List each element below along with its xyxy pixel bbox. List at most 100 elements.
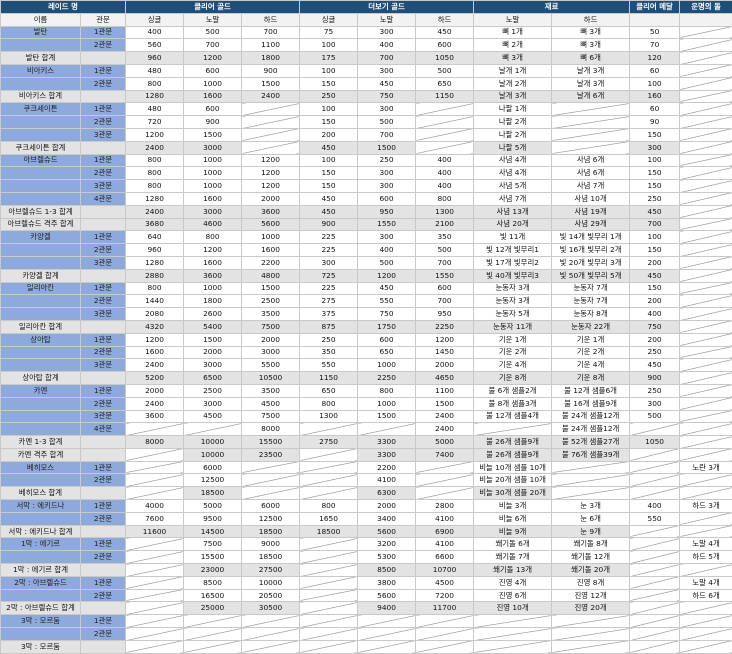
value-cell: 700 [358,52,416,65]
value-cell [630,602,680,615]
value-cell: 1600 [184,90,242,103]
value-cell: 진영 10개 [474,602,552,615]
value-cell [242,628,300,641]
table-row: 상아탑 합계5200650010500115022504650기운 8개기운 8… [1,372,732,385]
table-row: 카양겔1관문6408001000225300350빛 11개빛 14개 빛무리 … [1,231,732,244]
gate-cell: 3관문 [81,410,126,423]
gate-cell: 1관문 [81,333,126,346]
value-cell: 1280 [126,192,184,205]
value-cell: 진영 6개 [474,589,552,602]
table-row: 카멘 1-3 합계80001000015500275033005000불 26개… [1,436,732,449]
value-cell: 7600 [126,512,184,525]
value-cell: 쐐기돌 8개 [552,538,630,551]
value-cell: 5000 [416,436,474,449]
table-row: 비아키스1관문480600900100300500날개 1개날개 3개60 [1,64,732,77]
table-row: 2막 : 아브렐슈드1관문85001000038004500진영 4개진영 8개… [1,576,732,589]
value-cell: 800 [126,282,184,295]
value-cell: 5600 [358,589,416,602]
value-cell [242,141,300,154]
gate-cell: 1관문 [81,615,126,628]
value-cell [300,423,358,436]
value-cell: 빛 20개 빛무리 3개 [552,256,630,269]
value-cell: 400 [126,26,184,39]
gate-cell: 4관문 [81,423,126,436]
value-cell: 눈 6개 [552,512,630,525]
value-cell: 600 [416,282,474,295]
value-cell [416,128,474,141]
value-cell: 7500 [242,320,300,333]
gate-cell: 1관문 [81,538,126,551]
value-cell [680,640,732,653]
value-cell: 비늘 10개 샘플 10개 [474,461,552,474]
value-cell: 700 [630,218,680,231]
value-cell: 3600 [184,269,242,282]
value-cell [184,615,242,628]
gate-cell [81,90,126,103]
value-cell: 기운 8개 [552,372,630,385]
value-cell: 1100 [242,39,300,52]
value-cell [300,487,358,500]
table-row: 2관문24003000450080010001500불 8개 샘플3개불 16개… [1,397,732,410]
value-cell: 600 [184,64,242,77]
value-cell: 1000 [184,167,242,180]
value-cell: 1500 [358,141,416,154]
raid-name-cell: 발탄 [1,26,81,39]
value-cell [680,295,732,308]
value-cell: 6300 [358,487,416,500]
gate-cell: 2관문 [81,244,126,257]
subheader-cell: 싱글 [126,13,184,26]
value-cell: 100 [300,39,358,52]
gate-cell [81,218,126,231]
value-cell [552,628,630,641]
raid-name-cell: 카양겔 [1,231,81,244]
value-cell: 3200 [358,538,416,551]
value-cell: 500 [416,64,474,77]
value-cell [126,538,184,551]
value-cell [126,423,184,436]
value-cell: 90 [630,116,680,129]
value-cell: 700 [242,26,300,39]
value-cell [680,64,732,77]
value-cell: 3000 [184,397,242,410]
value-cell [630,576,680,589]
header-destiny-stone: 운명의 돌 [680,1,732,14]
value-cell [630,615,680,628]
value-cell: 800 [358,384,416,397]
value-cell [242,640,300,653]
gate-cell [81,52,126,65]
value-cell [552,474,630,487]
value-cell: 100 [630,77,680,90]
table-row: 서막 : 에키드나 합계1160014500185001850056006900… [1,525,732,538]
table-row: 서막 : 에키드나1관문40005000600080020002800비늘 3개… [1,500,732,513]
value-cell [680,282,732,295]
value-cell: 뼈 6개 [552,52,630,65]
value-cell: 500 [358,256,416,269]
value-cell: 300 [300,256,358,269]
value-cell: 600 [416,39,474,52]
value-cell [680,26,732,39]
value-cell: 기운 1개 [552,333,630,346]
table-row: 2관문165002050056007200진영 6개진영 12개하드 6개 [1,589,732,602]
subheader-cell [630,13,680,26]
raid-name-cell: 비아키스 합계 [1,90,81,103]
value-cell: 9500 [184,512,242,525]
value-cell: 225 [300,231,358,244]
value-cell: 950 [358,205,416,218]
value-cell [630,589,680,602]
value-cell: 2250 [416,320,474,333]
value-cell: 4650 [416,372,474,385]
raid-name-cell: 1막 : 에기르 [1,538,81,551]
raid-name-cell [1,77,81,90]
value-cell: 1300 [300,410,358,423]
value-cell [552,487,630,500]
value-cell: 뼈 2개 [474,39,552,52]
raid-name-cell [1,180,81,193]
raid-name-cell: 일리아칸 [1,282,81,295]
value-cell: 사념 5개 [474,180,552,193]
value-cell: 1500 [184,333,242,346]
gate-cell: 2관문 [81,116,126,129]
value-cell: 800 [300,397,358,410]
value-cell: 쐐기돌 12개 [552,551,630,564]
subheader-cell: 이름 [1,13,81,26]
value-cell: 400 [630,308,680,321]
